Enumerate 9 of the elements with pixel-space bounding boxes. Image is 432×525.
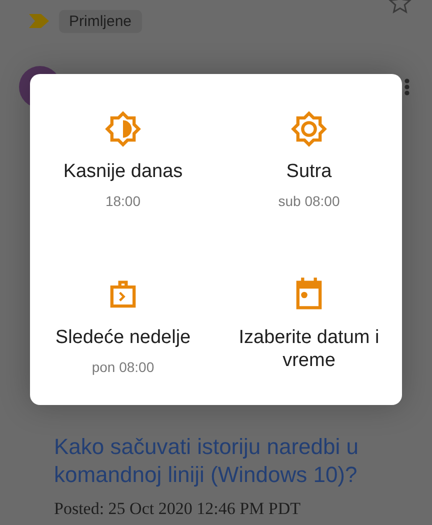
snooze-option[interactable]: Kasnije danas 18:00: [30, 74, 216, 240]
posted-date: Posted: 25 Oct 2020 12:46 PM PDT: [54, 499, 302, 519]
sun-icon: [290, 110, 328, 148]
label-arrow-icon: [29, 14, 49, 28]
snooze-option[interactable]: Sutra sub 08:00: [216, 74, 402, 240]
snooze-option[interactable]: Sledeće nedelje pon 08:00: [30, 240, 216, 405]
more-icon[interactable]: [404, 78, 410, 96]
snooze-option[interactable]: Izaberite datum i vreme: [216, 240, 402, 405]
half-sun-icon: [104, 110, 142, 148]
